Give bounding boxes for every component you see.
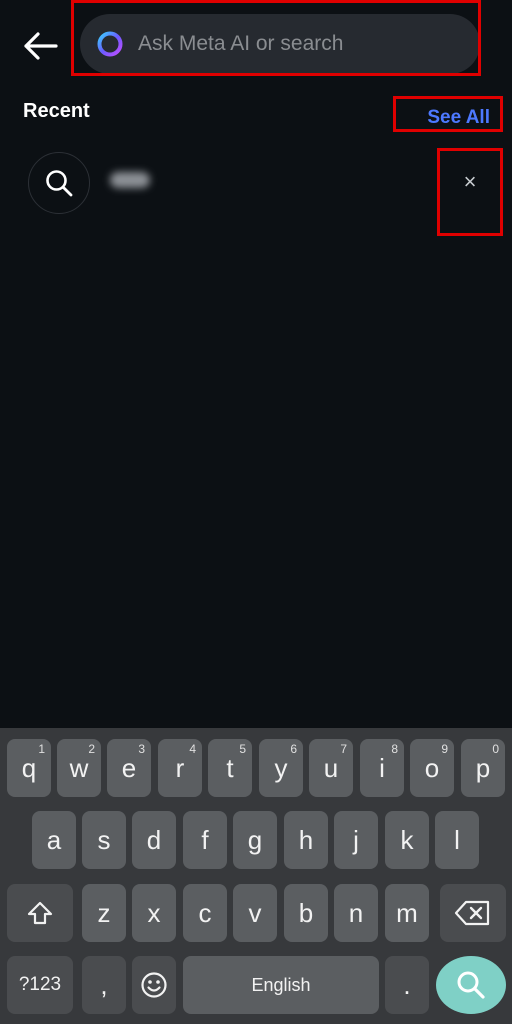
comma-key[interactable]: ,: [82, 956, 126, 1014]
key-m[interactable]: m: [385, 884, 429, 942]
symbols-key[interactable]: ?123: [7, 956, 73, 1014]
back-button[interactable]: [18, 24, 62, 68]
search-submit-key[interactable]: [436, 956, 506, 1014]
key-p[interactable]: p0: [461, 739, 505, 797]
search-bar[interactable]: [80, 14, 480, 74]
key-q[interactable]: q1: [7, 739, 51, 797]
key-z[interactable]: z: [82, 884, 126, 942]
key-r[interactable]: r4: [158, 739, 202, 797]
search-screen: Recent See All ×: [0, 0, 512, 728]
shift-icon: [27, 901, 53, 925]
key-t[interactable]: t5: [208, 739, 252, 797]
key-y[interactable]: y6: [259, 739, 303, 797]
key-w[interactable]: w2: [57, 739, 101, 797]
key-x[interactable]: x: [132, 884, 176, 942]
key-e[interactable]: e3: [107, 739, 151, 797]
key-b[interactable]: b: [284, 884, 328, 942]
search-icon: [46, 170, 73, 197]
meta-ai-ring-icon: [97, 31, 123, 57]
backspace-icon: [454, 900, 490, 926]
key-a[interactable]: a: [32, 811, 76, 869]
recent-search-icon-circle: [28, 152, 90, 214]
arrow-left-icon: [24, 32, 58, 60]
key-d[interactable]: d: [132, 811, 176, 869]
recent-search-text-blurred: [110, 172, 150, 188]
keyboard: q1 w2 e3 r4 t5 y6 u7 i8 o9 p0 a s d f g …: [0, 728, 512, 1024]
key-h[interactable]: h: [284, 811, 328, 869]
shift-key[interactable]: [7, 884, 73, 942]
key-o[interactable]: o9: [410, 739, 454, 797]
recent-search-item[interactable]: ×: [0, 148, 512, 220]
key-n[interactable]: n: [334, 884, 378, 942]
see-all-link[interactable]: See All: [427, 107, 490, 129]
key-j[interactable]: j: [334, 811, 378, 869]
space-key[interactable]: English: [183, 956, 379, 1014]
key-u[interactable]: u7: [309, 739, 353, 797]
key-c[interactable]: c: [183, 884, 227, 942]
key-v[interactable]: v: [233, 884, 277, 942]
key-s[interactable]: s: [82, 811, 126, 869]
emoji-key[interactable]: [132, 956, 176, 1014]
key-i[interactable]: i8: [360, 739, 404, 797]
key-g[interactable]: g: [233, 811, 277, 869]
emoji-icon: [141, 972, 167, 998]
recent-heading: Recent: [23, 100, 90, 122]
key-k[interactable]: k: [385, 811, 429, 869]
key-f[interactable]: f: [183, 811, 227, 869]
key-l[interactable]: l: [435, 811, 479, 869]
backspace-key[interactable]: [440, 884, 506, 942]
remove-recent-button[interactable]: ×: [452, 164, 488, 200]
search-icon: [457, 971, 485, 999]
search-input[interactable]: [136, 31, 460, 57]
period-key[interactable]: .: [385, 956, 429, 1014]
